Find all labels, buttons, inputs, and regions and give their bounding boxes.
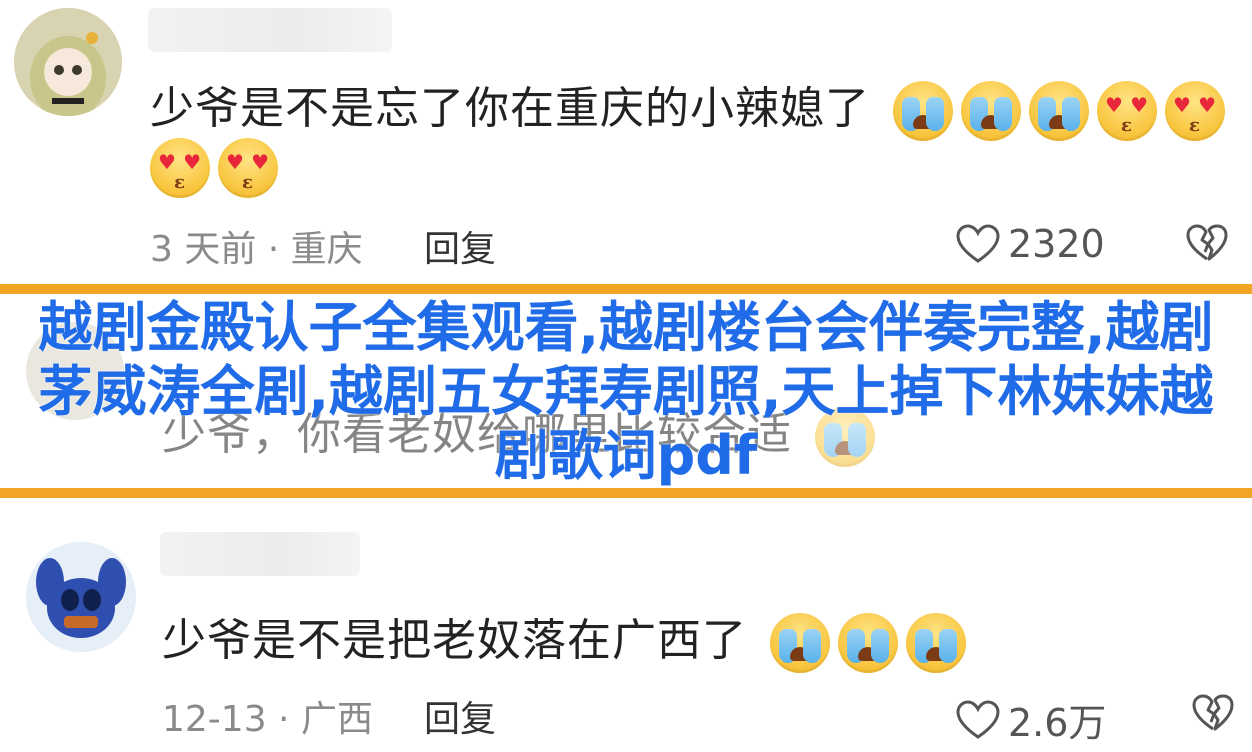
heart-outline-icon	[956, 699, 1000, 739]
overlay-band-top	[0, 284, 1252, 294]
broken-heart-icon	[1192, 694, 1234, 731]
dislike-button[interactable]	[1192, 694, 1234, 736]
heart-eyes-face-icon: ♥ ♥ ε	[150, 138, 210, 198]
heart-outline-icon	[956, 224, 1000, 263]
emoji-row: ♥ ♥ ε ♥ ♥ ε	[893, 81, 1225, 141]
reply-button[interactable]: 回复	[424, 220, 496, 272]
reply-button[interactable]: 回复	[424, 690, 496, 742]
like-button[interactable]: 2.6万	[956, 692, 1106, 747]
crying-face-icon	[906, 613, 966, 673]
heart-eyes-face-icon: ♥ ♥ ε	[1097, 81, 1157, 141]
heart-eyes-face-icon: ♥ ♥ ε	[1165, 81, 1225, 141]
comment-meta: 3 天前 · 重庆	[150, 229, 363, 270]
comment-text: 少爷是不是把老奴落在广西了	[162, 604, 966, 673]
broken-heart-icon	[1186, 224, 1228, 261]
like-button[interactable]: 2320	[956, 222, 1105, 266]
crying-face-icon	[838, 613, 898, 673]
overlay-band-bottom	[0, 488, 1252, 498]
crying-face-icon	[770, 613, 830, 673]
comment-text: 少爷是不是忘了你在重庆的小辣媳了 ♥ ♥ ε ♥ ♥ ε	[150, 72, 1225, 141]
username-blurred[interactable]	[148, 8, 392, 52]
heart-eyes-face-icon: ♥ ♥ ε	[218, 138, 278, 198]
crying-face-icon	[893, 81, 953, 141]
comment-1: 少爷是不是忘了你在重庆的小辣媳了 ♥ ♥ ε ♥ ♥ ε ♥ ♥ ε ♥ ♥ ε 3 天前 · …	[0, 0, 1252, 285]
comment-text-continued: ♥ ♥ ε ♥ ♥ ε	[150, 138, 278, 198]
overlay-title: 越剧金殿认子全集观看,越剧楼台会伴奏完整,越剧茅威涛全剧,越剧五女拜寿剧照,天上…	[38, 296, 1214, 487]
comment-3: 少爷是不是把老奴落在广西了 12-13 · 广西 回复 2.6万	[0, 500, 1252, 752]
username-blurred[interactable]	[160, 532, 360, 576]
like-count: 2320	[1008, 222, 1105, 266]
crying-face-icon	[961, 81, 1021, 141]
like-count: 2.6万	[1008, 701, 1107, 745]
avatar[interactable]	[14, 8, 122, 116]
dislike-button[interactable]	[1186, 224, 1228, 266]
emoji-row	[770, 613, 966, 673]
emoji-row: ♥ ♥ ε ♥ ♥ ε	[150, 138, 278, 198]
comment-meta: 12-13 · 广西	[162, 699, 373, 740]
avatar[interactable]	[26, 542, 136, 652]
crying-face-icon	[1029, 81, 1089, 141]
